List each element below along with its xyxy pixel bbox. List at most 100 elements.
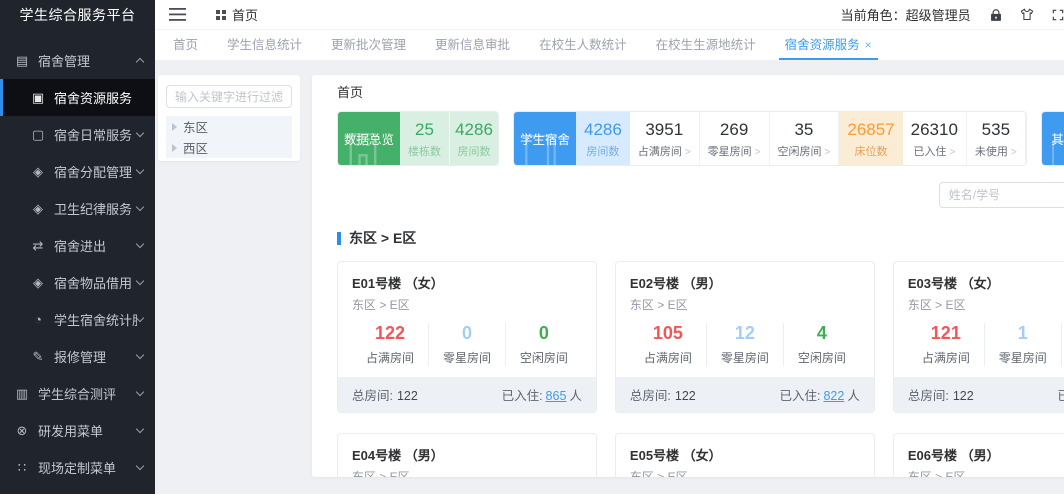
dorm-stat-cell[interactable]: 35 空闲房间 > xyxy=(770,112,840,165)
building-name: E01号楼 （女） xyxy=(352,276,444,291)
chevron-down-icon xyxy=(135,350,145,360)
main-panel: 首页 数据总览 25 楼栋数 4286 房间数 学生宿舍 4286 房间数 39… xyxy=(312,75,1064,477)
chevron-down-icon xyxy=(135,239,145,249)
occupied-count-link[interactable]: 822 xyxy=(823,389,844,403)
page-title: 首页 xyxy=(337,85,364,100)
gauge-icon: ◔ xyxy=(34,312,42,327)
building-area: 东区 > E区 xyxy=(352,298,410,312)
building-card-footer: 总房间: 122 已入住: 822 人 xyxy=(615,377,874,412)
chevron-down-icon xyxy=(135,128,145,138)
building-name: E03号楼 （女） xyxy=(907,276,1000,291)
other-card: 其他 31 房间数> xyxy=(1040,111,1064,166)
page-tab[interactable]: 在校生生源地统计× xyxy=(656,30,756,60)
sidebar-menu-item[interactable]: ▥ 学生综合测评 xyxy=(0,375,155,412)
caret-right-icon xyxy=(172,143,177,152)
search-row: 高级查询 xyxy=(337,182,1064,208)
page-tab[interactable]: 在校生人数统计× xyxy=(539,30,627,60)
chevron-down-icon xyxy=(135,387,145,397)
area-tree: 东区 西区 xyxy=(166,116,292,158)
sidebar-menu-item[interactable]: ✎ 报修管理 xyxy=(0,338,155,375)
filter-panel: 东区 西区 xyxy=(158,75,300,161)
menu-item-label: 卫生纪律服务 xyxy=(54,202,133,217)
current-role-label: 当前角色：超级管理员 xyxy=(840,8,971,23)
caret-right-icon xyxy=(172,122,177,131)
close-icon[interactable]: × xyxy=(865,38,872,52)
chevron-down-icon xyxy=(135,313,145,323)
overview-stats: 25 楼栋数 4286 房间数 xyxy=(400,112,498,165)
tag-icon: ◈ xyxy=(33,200,43,216)
hamburger-menu-icon[interactable] xyxy=(169,8,186,21)
dorm-stat-cell[interactable]: 535 未使用 > xyxy=(967,112,1026,165)
student-dorm-card-title: 学生宿舍 xyxy=(514,112,576,165)
sidebar-menu-item[interactable]: ▢ 宿舍日常服务 xyxy=(0,116,155,153)
dorm-stat-cell[interactable]: 4286 房间数> xyxy=(576,112,630,165)
building-name: E04号楼 （男） xyxy=(352,448,444,463)
breadcrumb-label: 首页 xyxy=(232,8,259,23)
student-dorm-card: 学生宿舍 4286 房间数> 3951 占满房间> xyxy=(513,111,1027,166)
chevron-down-icon xyxy=(135,424,145,434)
edit-square-icon: ✎ xyxy=(32,348,44,364)
building-name: E06号楼 （男） xyxy=(907,448,1000,463)
tab-bar: 首页× 学生信息统计× 更新批次管理× 更新信息审批× 在校生人数统计× 在校生… xyxy=(155,30,1064,60)
sidebar-menu-item[interactable]: ▣ 宿舍资源服务 xyxy=(0,79,155,116)
menu-item-label: 宿舍资源服务 xyxy=(54,91,133,106)
full-rooms-stat: 122 占满房间 xyxy=(365,323,414,365)
fullscreen-icon[interactable] xyxy=(1051,8,1064,22)
sparse-rooms-stat: 1 零星房间 xyxy=(983,323,1061,366)
free-rooms-stat: 4 空闲房间 xyxy=(782,323,860,366)
full-rooms-stat: 121 占满房间 xyxy=(921,323,970,365)
sidebar-menu-item[interactable]: ◔ 学生宿舍统计服务 xyxy=(0,301,155,338)
lock-icon[interactable] xyxy=(989,8,1003,22)
app-title: 学生综合服务平台 xyxy=(19,7,136,23)
sidebar-menu-item[interactable]: ⊗ 研发用菜单 xyxy=(0,412,155,449)
page-tab[interactable]: 学生信息统计× xyxy=(227,30,302,60)
section-accent-bar xyxy=(337,231,341,245)
summary-stats-row: 数据总览 25 楼栋数 4286 房间数 学生宿舍 4286 房间数 3951 … xyxy=(337,111,1064,166)
overview-stat-cell: 25 楼栋数 xyxy=(408,120,441,158)
arrow-right-icon: > xyxy=(824,147,831,158)
sidebar-menu-item[interactable]: ▤ 宿舍管理 xyxy=(0,42,155,79)
building-card[interactable]: E01号楼 （女） 东区 > E区 122 占满房间 0 零星房间 0 空闲房间… xyxy=(337,261,597,413)
breadcrumb[interactable]: 首页 xyxy=(216,5,258,24)
tree-node[interactable]: 东区 xyxy=(166,116,292,137)
dorm-stat-cell[interactable]: 26857 床位数> xyxy=(839,112,903,165)
student-search-input[interactable] xyxy=(938,182,1064,208)
free-rooms-stat: 0 空闲房间 xyxy=(504,323,582,366)
occupied-count-link[interactable]: 865 xyxy=(546,389,567,403)
tree-filter-input[interactable] xyxy=(166,85,292,108)
building-area: 东区 > E区 xyxy=(629,298,688,312)
building-name: E02号楼 （男） xyxy=(629,276,722,291)
tree-node[interactable]: 西区 xyxy=(166,137,292,158)
dorm-stat-cell[interactable]: 3951 占满房间 > xyxy=(630,112,700,165)
page-tab[interactable]: 更新批次管理× xyxy=(331,30,406,60)
building-card[interactable]: E02号楼 （男） 东区 > E区 105 占满房间 12 零星房间 4 空闲房… xyxy=(614,261,875,413)
arrow-right-icon: > xyxy=(1010,147,1017,158)
chevron-down-icon xyxy=(135,276,145,286)
building-card[interactable]: E04号楼 （男） 东区 > E区 123 占满房间 10 零星房间 xyxy=(337,433,597,477)
sidebar-menu-item[interactable]: ◈ 宿舍分配管理 xyxy=(0,153,155,190)
building-card[interactable]: E05号楼 （女） 东区 > E区 124 占满房间 10 零星房间 xyxy=(614,433,875,477)
page-tab[interactable]: 宿舍资源服务 × xyxy=(778,30,878,60)
building-name: E05号楼 （女） xyxy=(629,448,722,463)
transfer-icon: ⇄ xyxy=(32,237,44,253)
sidebar-menu-item[interactable]: ◈ 宿舍物品借用 xyxy=(0,264,155,301)
dorm-stat-cell[interactable]: 26310 已入住 > xyxy=(903,112,967,165)
sidebar-menu-item[interactable]: ∷ 现场定制菜单 xyxy=(0,449,155,486)
chevron-down-icon xyxy=(135,165,145,175)
menu-item-label: 学生宿舍统计服务 xyxy=(54,313,137,328)
menu-item-label: 宿舍日常服务 xyxy=(54,128,133,143)
sidebar-menu-item[interactable]: ⇄ 宿舍进出 xyxy=(0,227,155,264)
circle-close-icon: ⊗ xyxy=(16,422,28,438)
sidebar-menu-item[interactable]: ◈ 卫生纪律服务 xyxy=(0,190,155,227)
page-tab[interactable]: 首页× xyxy=(173,30,198,60)
page-tab[interactable]: 更新信息审批× xyxy=(435,30,510,60)
dorm-stat-cell[interactable]: 269 零星房间 > xyxy=(700,112,770,165)
arrow-right-icon: > xyxy=(684,147,691,158)
folder-icon: ▤ xyxy=(15,52,29,68)
menu-item-label: 宿舍分配管理 xyxy=(54,165,133,180)
building-card[interactable]: E06号楼 （男） 东区 > E区 125 占满房间 8 零星房间 xyxy=(892,433,1064,477)
overview-card-title: 数据总览 xyxy=(338,112,400,165)
theme-shirt-icon[interactable] xyxy=(1019,7,1035,22)
building-stats: 122 占满房间 0 零星房间 0 空闲房间 xyxy=(352,323,582,377)
building-card[interactable]: E03号楼 （女） 东区 > E区 121 占满房间 1 零星房间 总房间: 1… xyxy=(892,261,1064,413)
